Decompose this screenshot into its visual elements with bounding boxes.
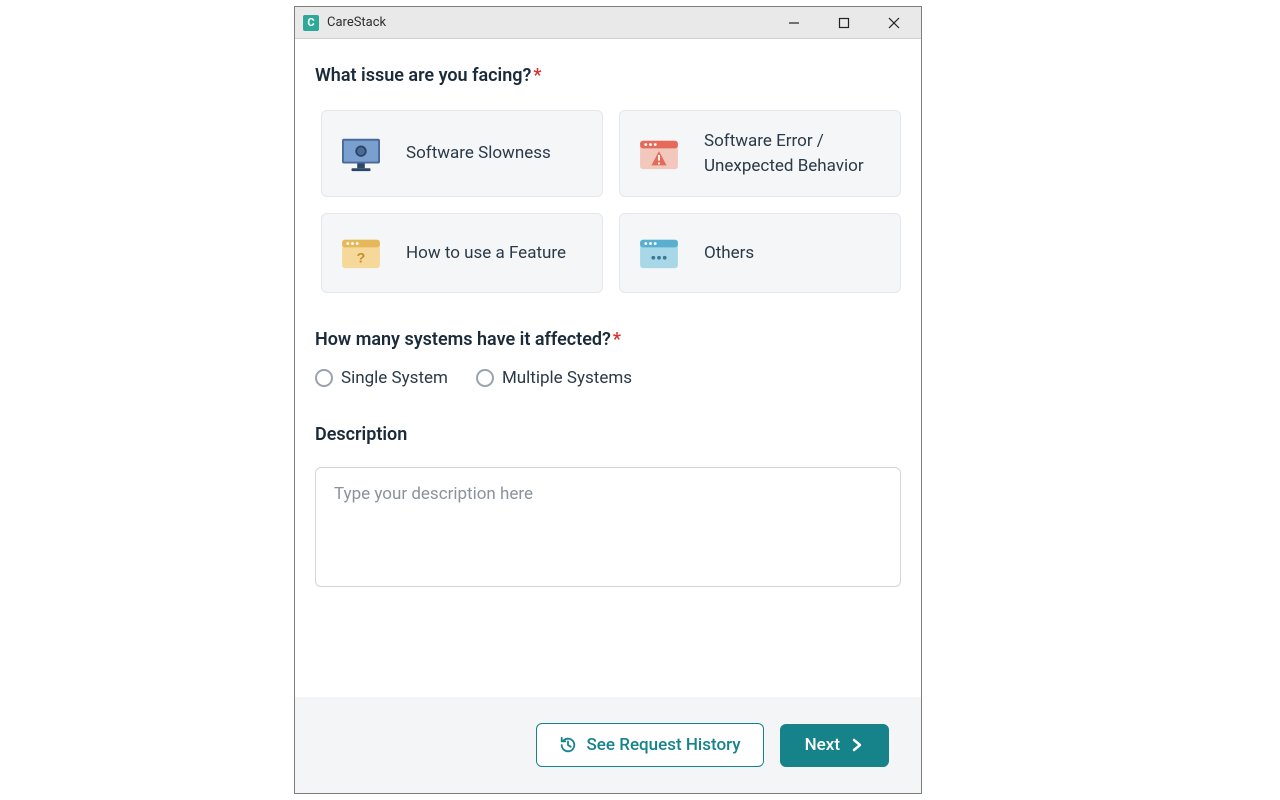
question-issue: What issue are you facing?* [315,65,901,86]
required-marker: * [533,65,541,86]
svg-text:?: ? [357,251,366,267]
dots-window-icon [638,234,680,272]
chevron-right-icon [850,738,864,752]
option-others[interactable]: Others [619,213,901,293]
form-content: What issue are you facing?* Software Slo… [295,39,921,697]
required-marker: * [613,329,621,350]
close-button[interactable] [879,11,909,35]
radio-icon [476,369,494,387]
history-button-label: See Request History [587,737,741,754]
app-logo-icon: C [303,15,319,31]
titlebar: C CareStack [295,7,921,39]
option-how-to-use[interactable]: ? How to use a Feature [321,213,603,293]
radio-label: Multiple Systems [502,368,632,388]
minimize-icon [788,17,800,29]
alert-window-icon [638,135,680,173]
question-issue-label: What issue are you facing? [315,65,531,86]
option-label: How to use a Feature [406,241,566,266]
window-controls [779,11,915,35]
app-title: CareStack [327,15,779,30]
app-window: C CareStack What issue are you facing?* [294,6,922,794]
option-software-error[interactable]: Software Error / Unexpected Behavior [619,110,901,197]
history-icon [559,736,577,754]
radio-label: Single System [341,368,448,388]
issue-options-grid: Software Slowness Software Error / Unexp… [315,110,901,293]
radio-icon [315,369,333,387]
next-button[interactable]: Next [780,724,889,767]
see-request-history-button[interactable]: See Request History [536,723,764,767]
question-description: Description [315,424,901,445]
close-icon [888,17,900,29]
option-software-slowness[interactable]: Software Slowness [321,110,603,197]
option-label: Software Slowness [406,141,551,166]
next-button-label: Next [805,737,840,754]
question-systems-label: How many systems have it affected? [315,329,611,350]
question-systems: How many systems have it affected?* [315,329,901,350]
maximize-icon [838,17,850,29]
systems-radio-group: Single System Multiple Systems [315,368,901,388]
option-label: Others [704,241,754,266]
minimize-button[interactable] [779,11,809,35]
maximize-button[interactable] [829,11,859,35]
footer: See Request History Next [295,697,921,793]
description-input[interactable] [315,467,901,587]
option-label: Software Error / Unexpected Behavior [704,129,882,178]
radio-single-system[interactable]: Single System [315,368,448,388]
help-window-icon: ? [340,234,382,272]
monitor-icon [340,135,382,173]
radio-multiple-systems[interactable]: Multiple Systems [476,368,632,388]
